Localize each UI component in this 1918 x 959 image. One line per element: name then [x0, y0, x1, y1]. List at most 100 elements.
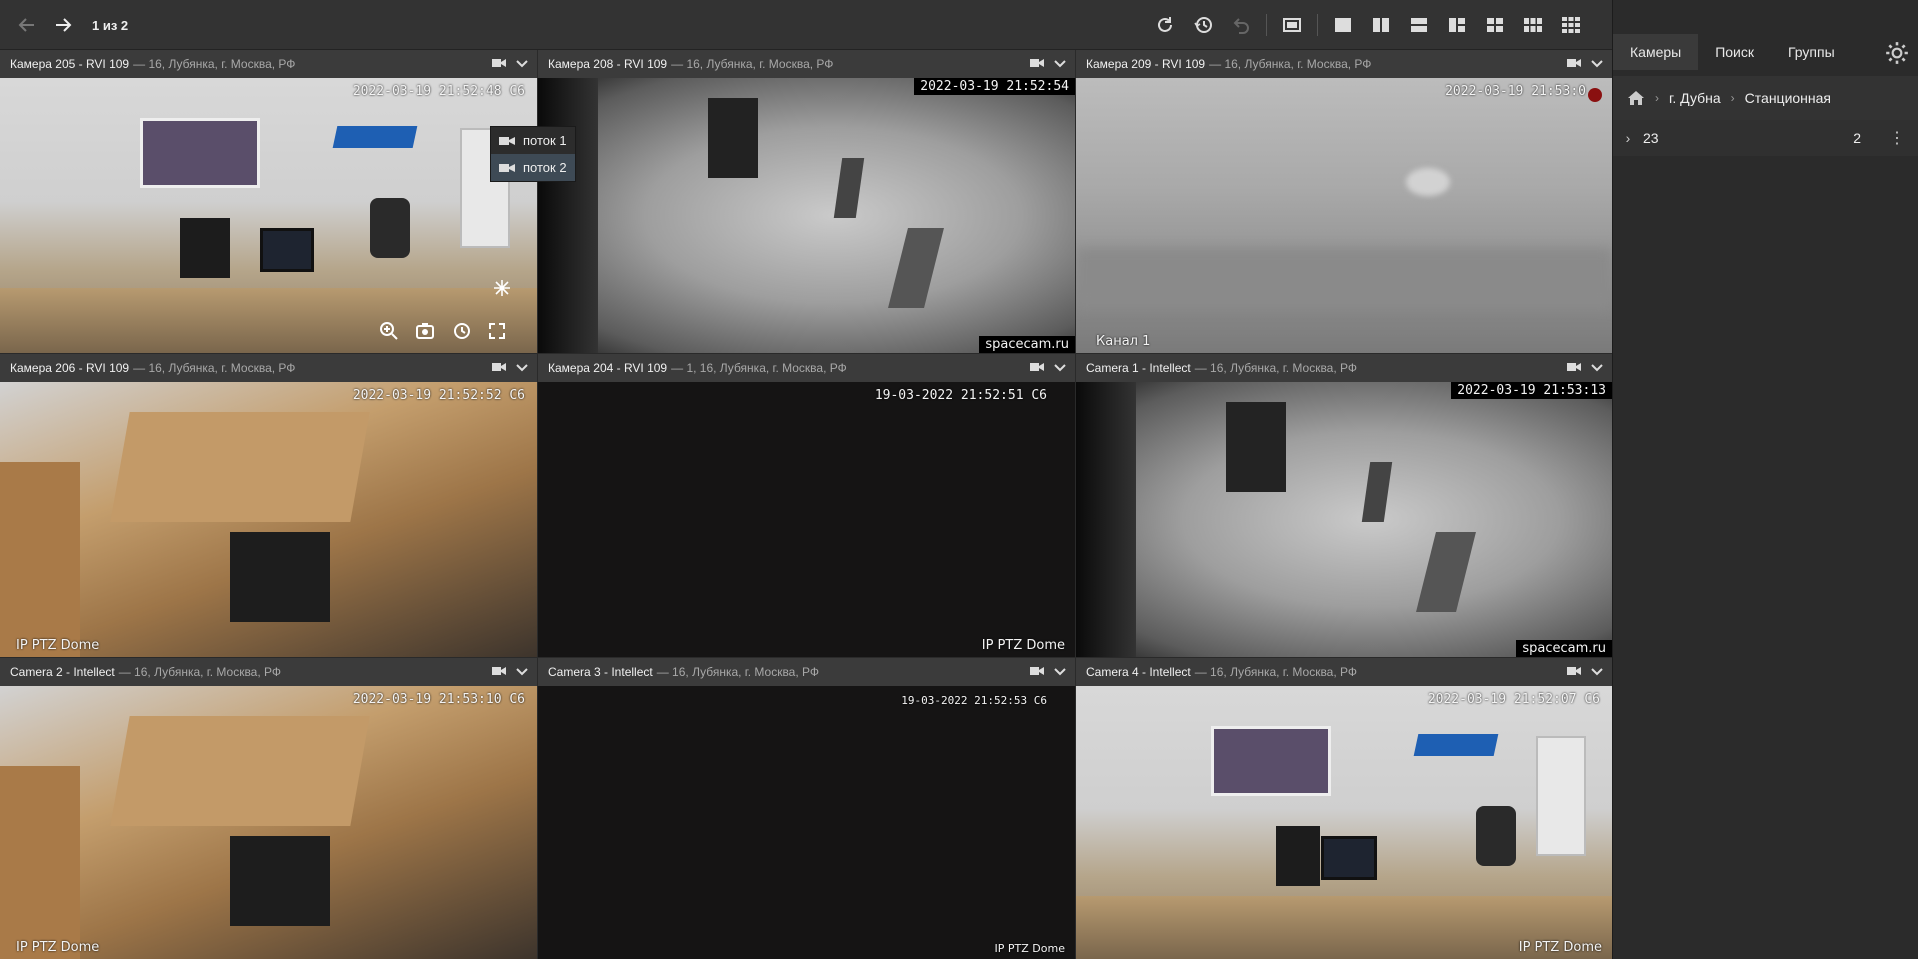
- chevron-down-icon[interactable]: [515, 664, 529, 678]
- expand-icon[interactable]: [487, 321, 507, 341]
- layout-4-icon[interactable]: [1476, 12, 1514, 38]
- door: [1226, 402, 1286, 492]
- tab-cameras[interactable]: Камеры: [1613, 34, 1699, 70]
- camera-tile[interactable]: Camera 4 - Intellect — 16, Лубянка, г. М…: [1076, 658, 1612, 959]
- video-stream-icon[interactable]: [1566, 664, 1582, 678]
- camera-feed[interactable]: 2022-03-19 21:53:13 spacecam.ru: [1076, 382, 1612, 657]
- camera-timestamp: 19-03-2022 21:52:53 C6: [901, 694, 1047, 707]
- lens-edge: [538, 78, 598, 353]
- zoom-icon[interactable]: [379, 321, 399, 341]
- camera-feed[interactable]: 2022-03-19 21:52:54 spacecam.ru: [538, 78, 1075, 353]
- camera-tile[interactable]: Камера 205 - RVI 109 — 16, Лубянка, г. М…: [0, 50, 537, 353]
- camera-location: — 16, Лубянка, г. Москва, РФ: [1209, 57, 1372, 71]
- camera-feed[interactable]: 2022-03-19 21:53:0 Канал 1: [1076, 78, 1612, 353]
- chevron-down-icon[interactable]: [1053, 56, 1067, 70]
- tab-search[interactable]: Поиск: [1698, 34, 1771, 70]
- stream-option-1[interactable]: поток 1: [491, 127, 575, 154]
- camera-tile-header: Camera 2 - Intellect — 16, Лубянка, г. М…: [0, 658, 537, 686]
- equipment-box: [230, 532, 330, 622]
- back-arrow-icon[interactable]: [14, 12, 40, 38]
- stream-dropdown: поток 1 поток 2: [490, 126, 576, 182]
- layout-tools: [1146, 12, 1590, 38]
- camera-tile-header: Камера 204 - RVI 109 — 1, 16, Лубянка, г…: [538, 354, 1075, 382]
- camera-timestamp: 2022-03-19 21:52:54: [914, 78, 1075, 95]
- chevron-down-icon[interactable]: [515, 360, 529, 374]
- history-icon[interactable]: [1184, 12, 1222, 38]
- video-stream-icon[interactable]: [491, 56, 507, 70]
- chevron-down-icon[interactable]: [1590, 664, 1604, 678]
- camera-feed[interactable]: 2022-03-19 21:52:52 C6 IP PTZ Dome: [0, 382, 537, 657]
- video-stream-icon[interactable]: [1566, 56, 1582, 70]
- camera-feed[interactable]: 2022-03-19 21:52:07 C6 IP PTZ Dome: [1076, 686, 1612, 959]
- camera-tile[interactable]: Камера 204 - RVI 109 — 1, 16, Лубянка, г…: [538, 354, 1075, 657]
- fullscreen-layout-icon[interactable]: [1273, 12, 1311, 38]
- cameras-panel: Камеры Поиск Группы › г. Дубна › Станцио…: [1612, 0, 1918, 959]
- camera-tile[interactable]: Camera 2 - Intellect — 16, Лубянка, г. М…: [0, 658, 537, 959]
- camera-tile[interactable]: Камера 208 - RVI 109 — 16, Лубянка, г. М…: [538, 50, 1075, 353]
- video-stream-icon[interactable]: [1029, 360, 1045, 374]
- shelf-side: [0, 462, 80, 657]
- rack: [833, 158, 865, 218]
- layout-6-icon[interactable]: [1514, 12, 1552, 38]
- tree-item-count: 2: [1853, 130, 1861, 146]
- more-vert-icon[interactable]: ⋮: [1889, 128, 1905, 148]
- forward-arrow-icon[interactable]: [50, 12, 76, 38]
- tree-item[interactable]: › 23 2 ⋮: [1613, 120, 1918, 156]
- camera-feed[interactable]: 19-03-2022 21:52:53 C6 IP PTZ Dome: [538, 686, 1075, 959]
- layout-3-icon[interactable]: [1438, 12, 1476, 38]
- chevron-down-icon[interactable]: [1053, 360, 1067, 374]
- refresh-icon[interactable]: [1146, 12, 1184, 38]
- ptz-icon[interactable]: [493, 279, 511, 297]
- gear-icon[interactable]: [1884, 40, 1910, 66]
- door: [708, 98, 758, 178]
- equipment-box: [230, 836, 330, 926]
- video-stream-icon[interactable]: [1566, 360, 1582, 374]
- chevron-down-icon[interactable]: [1590, 56, 1604, 70]
- video-stream-icon[interactable]: [1029, 664, 1045, 678]
- breadcrumb-item[interactable]: Станционная: [1745, 90, 1831, 106]
- chevron-down-icon[interactable]: [515, 56, 529, 70]
- camera-name: Camera 3 - Intellect: [548, 665, 653, 679]
- camera-watermark: IP PTZ Dome: [16, 638, 100, 653]
- home-icon[interactable]: [1627, 90, 1645, 106]
- layout-2h-icon[interactable]: [1400, 12, 1438, 38]
- undo-icon[interactable]: [1222, 12, 1260, 38]
- video-stream-icon: [499, 163, 515, 172]
- layout-2-icon[interactable]: [1362, 12, 1400, 38]
- stream-option-2[interactable]: поток 2: [491, 154, 575, 181]
- layout-9-icon[interactable]: [1552, 12, 1590, 38]
- camera-tile-header: Камера 205 - RVI 109 — 16, Лубянка, г. М…: [0, 50, 537, 78]
- camera-tile[interactable]: Camera 1 - Intellect — 16, Лубянка, г. М…: [1076, 354, 1612, 657]
- snapshot-icon[interactable]: [415, 321, 435, 341]
- monitor: [260, 228, 314, 272]
- camera-tile-header: Камера 206 - RVI 109 — 16, Лубянка, г. М…: [0, 354, 537, 382]
- camera-tile[interactable]: Камера 206 - RVI 109 — 16, Лубянка, г. М…: [0, 354, 537, 657]
- camera-tile[interactable]: Camera 3 - Intellect — 16, Лубянка, г. М…: [538, 658, 1075, 959]
- tab-groups[interactable]: Группы: [1771, 34, 1852, 70]
- camera-tile-header: Камера 208 - RVI 109 — 16, Лубянка, г. М…: [538, 50, 1075, 78]
- camera-timestamp: 2022-03-19 21:52:48 C6: [352, 84, 525, 99]
- video-stream-icon[interactable]: [1029, 56, 1045, 70]
- camera-name: Camera 1 - Intellect: [1086, 361, 1191, 375]
- video-stream-icon[interactable]: [491, 360, 507, 374]
- stream-option-label: поток 2: [523, 160, 567, 175]
- panel-tabs: Камеры Поиск Группы: [1613, 34, 1918, 70]
- camera-name: Камера 206 - RVI 109: [10, 361, 130, 375]
- chevron-down-icon[interactable]: [1053, 664, 1067, 678]
- camera-tile[interactable]: Камера 209 - RVI 109 — 16, Лубянка, г. М…: [1076, 50, 1612, 353]
- video-stream-icon[interactable]: [491, 664, 507, 678]
- breadcrumb-item[interactable]: г. Дубна: [1669, 90, 1721, 106]
- toolbar-divider: [1266, 14, 1267, 36]
- camera-tile-header: Камера 209 - RVI 109 — 16, Лубянка, г. М…: [1076, 50, 1612, 78]
- layout-1-icon[interactable]: [1324, 12, 1362, 38]
- chevron-down-icon[interactable]: [1590, 360, 1604, 374]
- camera-feed[interactable]: 19-03-2022 21:52:51 C6 IP PTZ Dome: [538, 382, 1075, 657]
- camera-feed[interactable]: 2022-03-19 21:53:10 C6 IP PTZ Dome: [0, 686, 537, 959]
- camera-feed[interactable]: 2022-03-19 21:52:48 C6: [0, 78, 537, 353]
- camera-tile-header: Camera 3 - Intellect — 16, Лубянка, г. М…: [538, 658, 1075, 686]
- expand-arrow-icon[interactable]: ›: [1613, 130, 1643, 146]
- pager-label: 1 из 2: [92, 17, 129, 33]
- archive-icon[interactable]: [451, 321, 471, 341]
- rack: [888, 228, 944, 308]
- camera-timestamp: 2022-03-19 21:52:52 C6: [352, 388, 525, 403]
